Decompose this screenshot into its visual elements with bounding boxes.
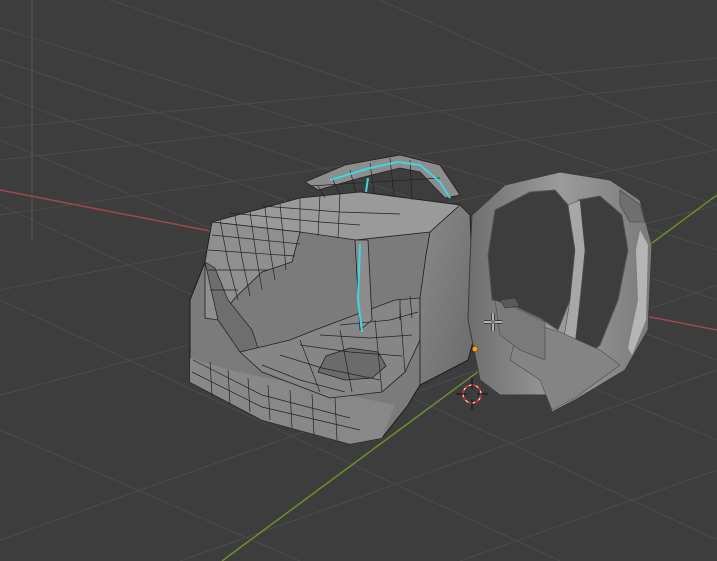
object-origin-icon bbox=[471, 345, 479, 353]
3d-viewport[interactable] bbox=[0, 0, 717, 561]
viewport-canvas[interactable] bbox=[0, 0, 717, 561]
